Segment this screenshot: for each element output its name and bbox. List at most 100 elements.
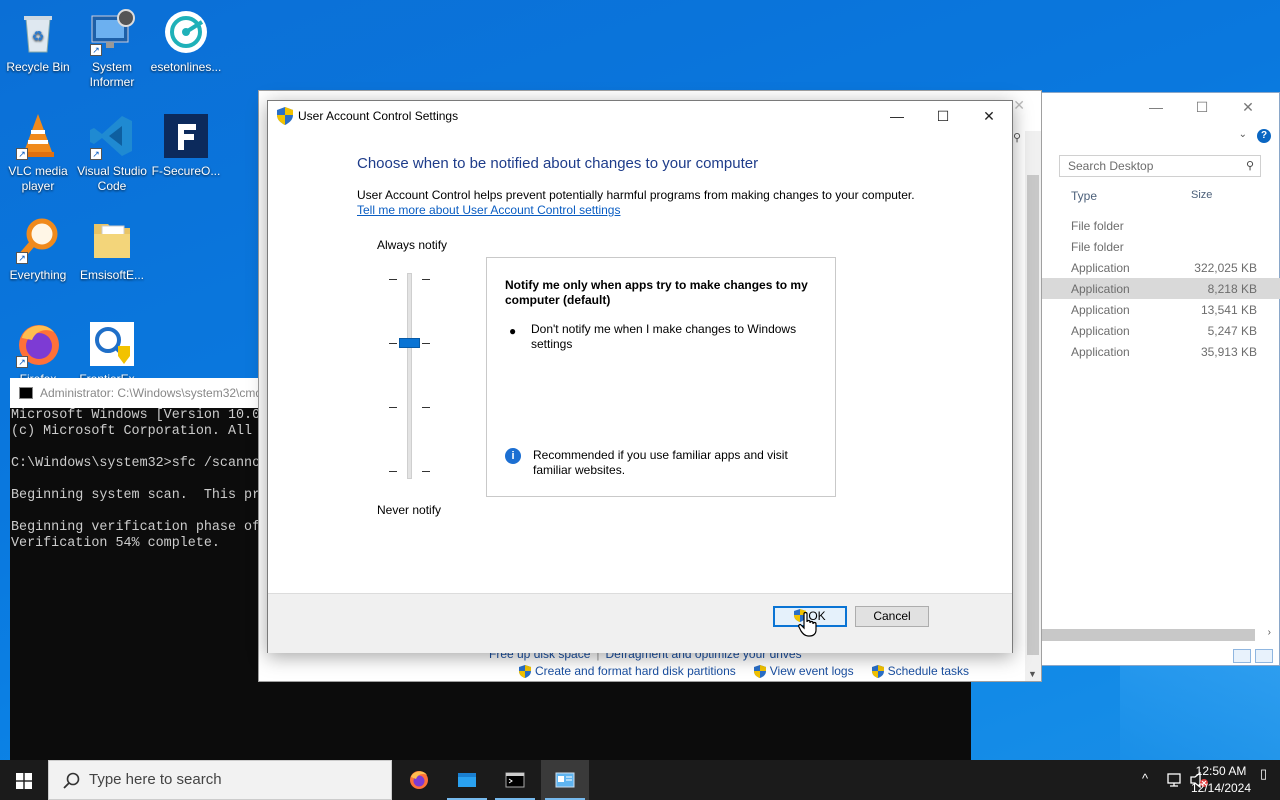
- cell-size: 13,541 KB: [1200, 303, 1257, 317]
- level-title: Notify me only when apps try to make cha…: [505, 278, 808, 307]
- minimize-icon[interactable]: —: [1145, 99, 1167, 116]
- explorer-file-list: File folder File folder Application 322,0…: [1041, 215, 1280, 362]
- maximize-button[interactable]: ☐: [920, 101, 966, 131]
- windows-logo-icon: [16, 773, 32, 789]
- desktop-icon-fsecure[interactable]: F-SecureO...: [148, 112, 224, 179]
- search-placeholder: Type here to search: [89, 771, 222, 788]
- large-icons-view-icon[interactable]: [1255, 649, 1273, 663]
- scroll-right-icon[interactable]: ›: [1268, 627, 1271, 638]
- terminal-icon: [19, 387, 33, 399]
- command-prompt-window[interactable]: Administrator: C:\Windows\system32\cmd.e…: [10, 378, 258, 760]
- taskbar-control-panel[interactable]: [541, 760, 589, 800]
- notification-level-slider[interactable]: [407, 273, 412, 479]
- taskbar-search-box[interactable]: Type here to search: [48, 760, 392, 800]
- desktop-icon-eset[interactable]: esetonlines...: [148, 8, 224, 75]
- taskbar-firefox[interactable]: [395, 760, 443, 800]
- learn-more-link[interactable]: Tell me more about User Account Control …: [357, 203, 620, 217]
- network-icon[interactable]: [1165, 772, 1183, 788]
- control-panel-icon: [555, 772, 575, 788]
- horizontal-scrollbar[interactable]: [1041, 629, 1255, 641]
- level-bullet-text: Don't notify me when I make changes to W…: [531, 322, 797, 351]
- dialog-footer: OK Cancel: [268, 594, 1012, 653]
- desktop-icon-everything[interactable]: ↗ Everything: [0, 216, 76, 283]
- level-recommendation: Recommended if you use familiar apps and…: [533, 448, 788, 477]
- desktop-icon-firefox[interactable]: ↗ Firefox: [0, 320, 76, 387]
- column-header-type[interactable]: Type: [1071, 189, 1097, 203]
- start-button[interactable]: [0, 760, 48, 800]
- desktop-icon-label: System Informer: [89, 60, 135, 89]
- uac-settings-dialog: User Account Control Settings — ☐ ✕ Choo…: [267, 100, 1013, 653]
- slider-top-label: Always notify: [377, 238, 448, 252]
- console-line: Beginning verification phase of: [11, 520, 258, 535]
- maximize-icon[interactable]: ☐: [1191, 99, 1213, 116]
- mouse-cursor-icon: [798, 612, 817, 637]
- scrollbar-thumb[interactable]: [1027, 175, 1039, 655]
- slider-bottom-label: Never notify: [377, 503, 442, 517]
- vlc-icon: ↗: [14, 112, 62, 160]
- svg-text:♻: ♻: [32, 28, 45, 44]
- file-explorer-icon: [458, 773, 476, 787]
- search-placeholder: Search Desktop: [1068, 159, 1154, 173]
- console-titlebar[interactable]: Administrator: C:\Windows\system32\cmd.e…: [10, 378, 258, 408]
- desktop-icon-recycle-bin[interactable]: ♻ Recycle Bin: [0, 8, 76, 75]
- desktop-icon-vlc[interactable]: ↗ VLC media player: [0, 112, 76, 194]
- console-output: Microsoft Windows [Version 10.0 (c) Micr…: [10, 408, 258, 552]
- terminal-icon: [505, 772, 525, 788]
- emsisoft-folder-icon: [88, 216, 136, 264]
- slider-tick: [422, 279, 430, 280]
- link-event-logs[interactable]: View event logs: [753, 664, 854, 678]
- dialog-titlebar[interactable]: User Account Control Settings — ☐ ✕: [268, 101, 1012, 131]
- explorer-search-input[interactable]: Search Desktop ⚲: [1059, 155, 1261, 177]
- taskbar-terminal[interactable]: [491, 760, 539, 800]
- desktop-icon-emsisoft[interactable]: EmsisoftE...: [74, 216, 150, 283]
- explorer-window-controls: — ☐ ✕: [1145, 99, 1259, 116]
- recycle-bin-icon: ♻: [14, 8, 62, 56]
- table-row[interactable]: Application 35,913 KB: [1041, 341, 1280, 362]
- desktop-icon-vscode[interactable]: ↗ Visual Studio Code: [74, 112, 150, 194]
- notifications-icon[interactable]: ▯: [1260, 766, 1272, 792]
- desktop-icon-frontier[interactable]: FrontierEx...: [74, 320, 150, 387]
- table-row[interactable]: File folder: [1041, 215, 1280, 236]
- desktop-icon-label: esetonlines...: [150, 60, 222, 74]
- system-informer-icon: ↗: [88, 8, 136, 56]
- console-line: (c) Microsoft Corporation. All: [11, 424, 253, 439]
- table-row[interactable]: Application 13,541 KB: [1041, 299, 1280, 320]
- link-label: Schedule tasks: [887, 664, 969, 678]
- level-description-box: Notify me only when apps try to make cha…: [486, 257, 836, 497]
- console-line: Beginning system scan. This pr: [11, 488, 258, 503]
- close-button[interactable]: ✕: [966, 101, 1012, 131]
- table-row-selected[interactable]: Application 8,218 KB: [1041, 278, 1280, 299]
- help-icon[interactable]: ?: [1257, 129, 1271, 143]
- table-row[interactable]: Application 5,247 KB: [1041, 320, 1280, 341]
- link-schedule-tasks[interactable]: Schedule tasks: [871, 664, 969, 678]
- slider-thumb[interactable]: [399, 338, 420, 348]
- column-header-size[interactable]: Size: [1191, 189, 1212, 201]
- details-view-icon[interactable]: [1233, 649, 1251, 663]
- scroll-down-icon[interactable]: ▼: [1028, 669, 1037, 679]
- cell-size: 35,913 KB: [1200, 345, 1257, 359]
- slider-tick: [422, 407, 430, 408]
- view-toggle: [1233, 649, 1273, 663]
- close-icon[interactable]: ✕: [1013, 97, 1025, 114]
- file-explorer-window: — ☐ ✕ ⌄ ? Search Desktop ⚲ Type Size Fil…: [1040, 92, 1280, 666]
- close-icon[interactable]: ✕: [1237, 99, 1259, 116]
- shield-icon: [519, 664, 531, 678]
- desktop-icon-label: Visual Studio Code: [77, 164, 147, 193]
- chevron-up-icon[interactable]: ^: [1142, 771, 1148, 786]
- link-disk-partitions[interactable]: Create and format hard disk partitions: [519, 664, 736, 678]
- cancel-button[interactable]: Cancel: [855, 606, 929, 627]
- desktop-icon-label: F-SecureO...: [151, 164, 221, 178]
- eset-online-scanner-icon: [162, 8, 210, 56]
- chevron-down-icon[interactable]: ⌄: [1239, 129, 1247, 140]
- system-clock[interactable]: 12:50 AM 12/14/2024: [1186, 763, 1256, 797]
- table-row[interactable]: Application 322,025 KB: [1041, 257, 1280, 278]
- minimize-button[interactable]: —: [874, 101, 920, 131]
- cell-size: 5,247 KB: [1207, 324, 1257, 338]
- admin-tools-links-row2: Create and format hard disk partitions V…: [519, 664, 969, 678]
- table-row[interactable]: File folder: [1041, 236, 1280, 257]
- taskbar-file-explorer[interactable]: [443, 760, 491, 800]
- vertical-scrollbar[interactable]: ▼: [1025, 131, 1041, 681]
- fsecure-icon: [162, 112, 210, 160]
- desktop-icon-system-informer[interactable]: ↗ System Informer: [74, 8, 150, 90]
- search-icon[interactable]: ⚲: [1013, 131, 1025, 147]
